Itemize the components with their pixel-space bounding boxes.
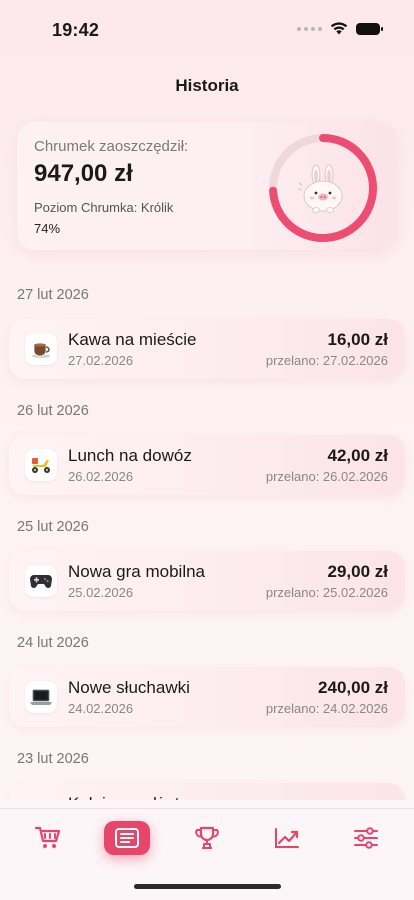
transaction-date: 25.02.2026 [68,585,134,600]
transaction-amount: 42,00 zł [327,446,389,465]
date-header: 24 lut 2026 [17,635,89,651]
transaction-date: 26.02.2026 [68,469,134,484]
transaction-title: Lunch na dowóz [68,446,192,465]
transaction-title: Kawa na mieście [68,330,197,349]
home-indicator[interactable] [134,884,281,889]
level-percent: 74% [34,221,61,236]
tab-cart[interactable] [25,821,71,855]
transaction-date: 27.02.2026 [68,353,134,368]
transaction-amount: 16,00 zł [327,330,389,349]
tab-stats[interactable] [264,821,310,855]
scooter-icon [25,449,57,481]
transaction-transferred-date: przelano: 26.02.2026 [265,469,388,484]
level-label: Poziom Chrumka: Królik [34,200,174,215]
transaction-transferred-date: przelano: 24.02.2026 [265,701,388,716]
transaction-date: 24.02.2026 [68,701,134,716]
coffee-icon [25,333,57,365]
gamepad-icon [25,565,57,597]
transaction-transferred-date: przelano: 25.02.2026 [265,585,388,600]
transaction-item[interactable]: Nowa gra mobilna 25.02.2026 29,00 zł prz… [9,551,405,611]
transaction-item[interactable]: Nowe słuchawki 24.02.2026 240,00 zł prze… [9,667,405,727]
transaction-amount: 29,00 zł [327,562,389,581]
tab-settings[interactable] [343,821,389,855]
trophy-icon [195,826,219,849]
status-time: 19:42 [52,20,100,40]
transaction-amount: 240,00 zł [318,678,388,697]
bunny-pig-icon [298,164,343,213]
history-list-icon [115,828,139,848]
transaction-title: Nowe słuchawki [68,678,190,697]
tab-achievements[interactable] [184,821,230,855]
settings-sliders-icon [354,827,378,849]
transaction-item[interactable]: Lunch na dowóz 26.02.2026 42,00 zł przel… [9,435,405,495]
date-header: 25 lut 2026 [17,519,89,535]
page-title: Historia [175,76,239,95]
transaction-title: Nowa gra mobilna [68,562,206,581]
transaction-item[interactable]: Kawa na mieście 27.02.2026 16,00 zł prze… [9,319,405,379]
wifi-icon [330,22,348,35]
date-header: 26 lut 2026 [17,403,89,419]
tab-history[interactable] [104,821,150,855]
savings-amount: 947,00 zł [34,160,133,187]
transaction-transferred-date: przelano: 27.02.2026 [265,353,388,368]
date-header: 27 lut 2026 [17,287,89,303]
date-header: 23 lut 2026 [17,751,89,767]
battery-icon [356,22,383,35]
chart-trend-icon [275,828,299,848]
savings-label: Chrumek zaoszczędził: [34,138,189,155]
signal-dots-icon [297,26,322,31]
savings-summary-card: Chrumek zaoszczędził: 947,00 zł Poziom C… [17,122,397,250]
status-icons [297,22,383,35]
cart-icon [34,826,61,848]
level-progress-ring [266,131,380,245]
status-bar: 19:42 [0,0,414,60]
laptop-icon [25,681,57,713]
